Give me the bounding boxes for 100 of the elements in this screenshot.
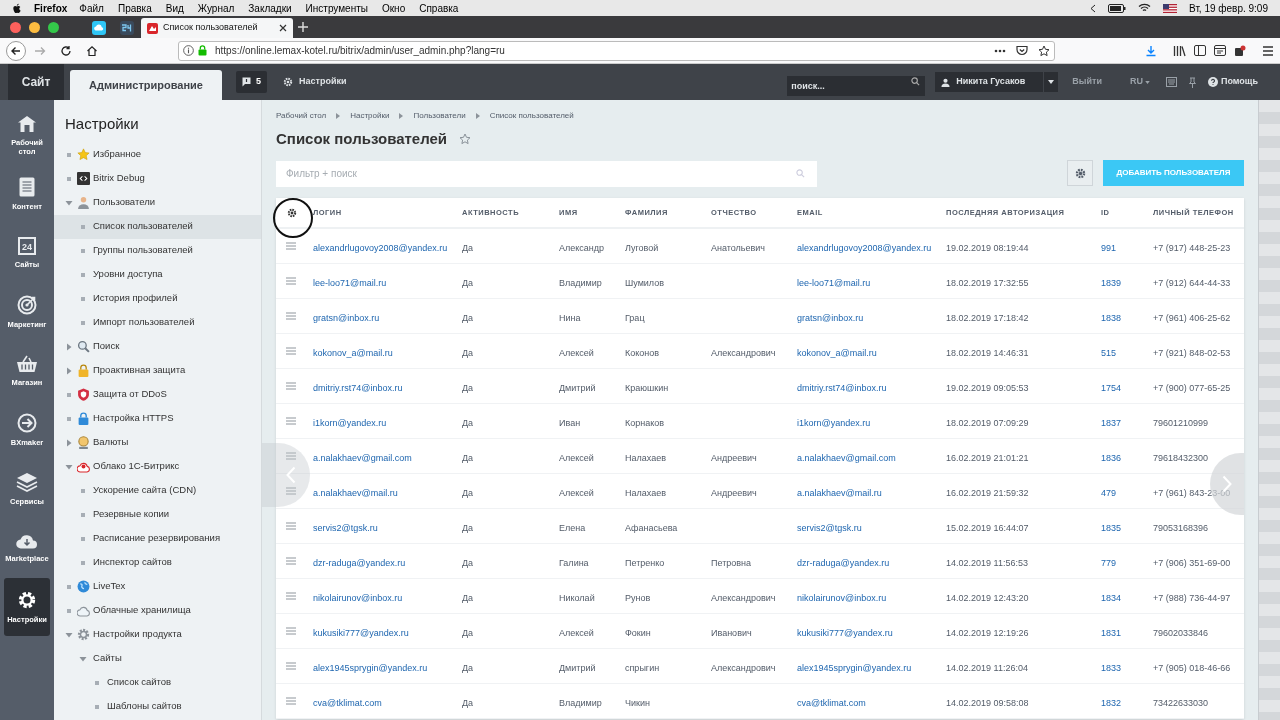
sidebar-item[interactable]: Проактивная защита — [54, 358, 261, 383]
filter-field[interactable]: Фильтр + поиск — [276, 160, 817, 187]
search-icon[interactable] — [911, 77, 921, 86]
home-button[interactable] — [86, 44, 98, 57]
table-link[interactable]: 1836 — [1101, 453, 1122, 463]
admin-tab[interactable]: Администрирование — [70, 70, 222, 100]
table-link[interactable]: 779 — [1101, 558, 1117, 568]
table-link[interactable]: dzr-raduga@yandex.ru — [797, 558, 890, 568]
settings-button[interactable] — [1067, 160, 1093, 186]
info-icon[interactable] — [183, 45, 194, 56]
menu-item[interactable]: Вид — [165, 0, 184, 16]
reload-button[interactable] — [60, 44, 72, 57]
table-link[interactable]: 1754 — [1101, 383, 1122, 393]
sidebar-item[interactable]: Уровни доступа — [54, 262, 261, 287]
collapse-arrow-icon[interactable] — [65, 366, 73, 375]
table-link[interactable]: 991 — [1101, 243, 1117, 253]
table-link[interactable]: cva@tklimat.com — [313, 698, 382, 708]
breadcrumb-link[interactable]: Список пользователей — [489, 110, 574, 122]
sidebar-item[interactable]: Импорт пользователей — [54, 310, 261, 335]
sidebar-item[interactable]: Список пользователей — [54, 214, 261, 239]
site-button[interactable]: Сайт — [8, 64, 64, 100]
table-link[interactable]: 1837 — [1101, 418, 1122, 428]
table-link[interactable]: 1838 — [1101, 313, 1122, 323]
app-menu[interactable]: Firefox — [34, 0, 68, 16]
browser-tab[interactable]: Список пользователей — [141, 18, 293, 38]
table-link[interactable]: 1835 — [1101, 523, 1122, 533]
table-link[interactable]: 1839 — [1101, 278, 1122, 288]
table-link[interactable]: gratsn@inbox.ru — [313, 313, 380, 323]
sidebar-item[interactable]: Резервные копии — [54, 502, 261, 527]
table-link[interactable]: kukusiki777@yandex.ru — [313, 628, 409, 638]
library-icon[interactable] — [1173, 44, 1186, 57]
flag-icon[interactable] — [1163, 3, 1178, 13]
table-link[interactable]: 1833 — [1101, 663, 1122, 673]
minimize-button[interactable] — [29, 21, 40, 33]
close-icon[interactable] — [279, 24, 287, 32]
sidebar-item[interactable]: Инспектор сайтов — [54, 550, 261, 575]
address-bar[interactable]: https://online.lemax-kotel.ru/bitrix/admin/user_admin.php?lang=ru — [178, 40, 1055, 61]
star-icon[interactable] — [1038, 44, 1050, 57]
extension-icon[interactable] — [1234, 44, 1246, 57]
language-selector[interactable]: RU — [1130, 75, 1150, 89]
download-icon[interactable] — [1145, 44, 1157, 57]
expand-arrow-icon[interactable] — [65, 630, 73, 639]
table-link[interactable]: kokonov_a@mail.ru — [313, 348, 393, 358]
sidebar-item[interactable]: Список сайтов — [54, 670, 261, 695]
table-link[interactable]: dmitriy.rst74@inbox.ru — [797, 383, 887, 393]
apple-icon[interactable] — [12, 2, 22, 14]
table-link[interactable]: nikolairunov@inbox.ru — [313, 593, 403, 603]
table-link[interactable]: nikolairunov@inbox.ru — [797, 593, 887, 603]
keyboard-icon[interactable] — [1166, 77, 1177, 87]
wifi-icon[interactable] — [1138, 3, 1152, 13]
breadcrumb-link[interactable]: Рабочий стол — [276, 110, 327, 122]
menu-item[interactable]: Закладки — [248, 0, 292, 16]
chevron-icon[interactable] — [1090, 3, 1097, 13]
menu-item[interactable]: Инструменты — [305, 0, 368, 16]
sidebar-item[interactable]: Валюты — [54, 430, 261, 455]
sidebar-item[interactable]: История профилей — [54, 286, 261, 311]
table-link[interactable]: cva@tklimat.com — [797, 698, 866, 708]
table-link[interactable]: servis2@tgsk.ru — [313, 523, 378, 533]
table-link[interactable]: alexandrlugovoy2008@yandex.ru — [797, 243, 932, 253]
menu-item[interactable]: Журнал — [197, 0, 235, 16]
table-link[interactable]: 479 — [1101, 488, 1117, 498]
sidebar-item[interactable]: Bitrix Debug — [54, 166, 261, 191]
menu-icon[interactable] — [1262, 45, 1274, 56]
pocket-icon[interactable] — [1016, 45, 1028, 56]
pin-icon[interactable] — [1189, 76, 1196, 88]
menu-item[interactable]: Правка — [117, 0, 152, 16]
table-link[interactable]: i1korn@yandex.ru — [313, 418, 387, 428]
table-link[interactable]: 515 — [1101, 348, 1117, 358]
back-button[interactable] — [6, 40, 26, 61]
sidebar-item[interactable]: Пользователи — [54, 190, 261, 215]
table-link[interactable]: dzr-raduga@yandex.ru — [313, 558, 406, 568]
star-icon[interactable] — [459, 133, 472, 145]
sidebar-icon[interactable] — [1194, 45, 1206, 56]
expand-arrow-icon[interactable] — [65, 462, 73, 471]
sidebar-item[interactable]: Шаблоны сайтов — [54, 694, 261, 719]
table-link[interactable]: alexandrlugovoy2008@yandex.ru — [313, 243, 448, 253]
table-link[interactable]: 1832 — [1101, 698, 1122, 708]
table-link[interactable]: 1831 — [1101, 628, 1122, 638]
help-link[interactable]: Помощь — [1208, 75, 1258, 89]
sidebar-item[interactable]: LiveTex — [54, 574, 261, 599]
breadcrumb-link[interactable]: Настройки — [350, 110, 390, 122]
table-link[interactable]: dmitriy.rst74@inbox.ru — [313, 383, 403, 393]
table-link[interactable]: lee-loo71@mail.ru — [313, 278, 387, 288]
table-link[interactable]: alex1945sprygin@yandex.ru — [313, 663, 428, 673]
new-tab-button[interactable] — [297, 21, 309, 33]
table-link[interactable]: a.nalakhaev@mail.ru — [797, 488, 882, 498]
table-link[interactable]: servis2@tgsk.ru — [797, 523, 862, 533]
expand-arrow-icon[interactable] — [79, 654, 87, 663]
sidebar-item[interactable]: Облако 1С-Битрикс — [54, 454, 261, 479]
expand-arrow-icon[interactable] — [65, 198, 73, 207]
table-link[interactable]: 1834 — [1101, 593, 1122, 603]
sidebar-item[interactable]: Настройки продукта — [54, 622, 261, 647]
more-icon[interactable] — [994, 48, 1006, 53]
table-link[interactable]: alex1945sprygin@yandex.ru — [797, 663, 912, 673]
close-button[interactable] — [10, 21, 21, 33]
settings-link[interactable]: Настройки — [283, 75, 347, 89]
sidebar-item[interactable]: Ускорение сайта (CDN) — [54, 478, 261, 503]
table-link[interactable]: a.nalakhaev@gmail.com — [313, 453, 412, 463]
sidebar-item[interactable]: Настройка HTTPS — [54, 406, 261, 431]
sidebar-item[interactable]: Избранное — [54, 142, 261, 167]
